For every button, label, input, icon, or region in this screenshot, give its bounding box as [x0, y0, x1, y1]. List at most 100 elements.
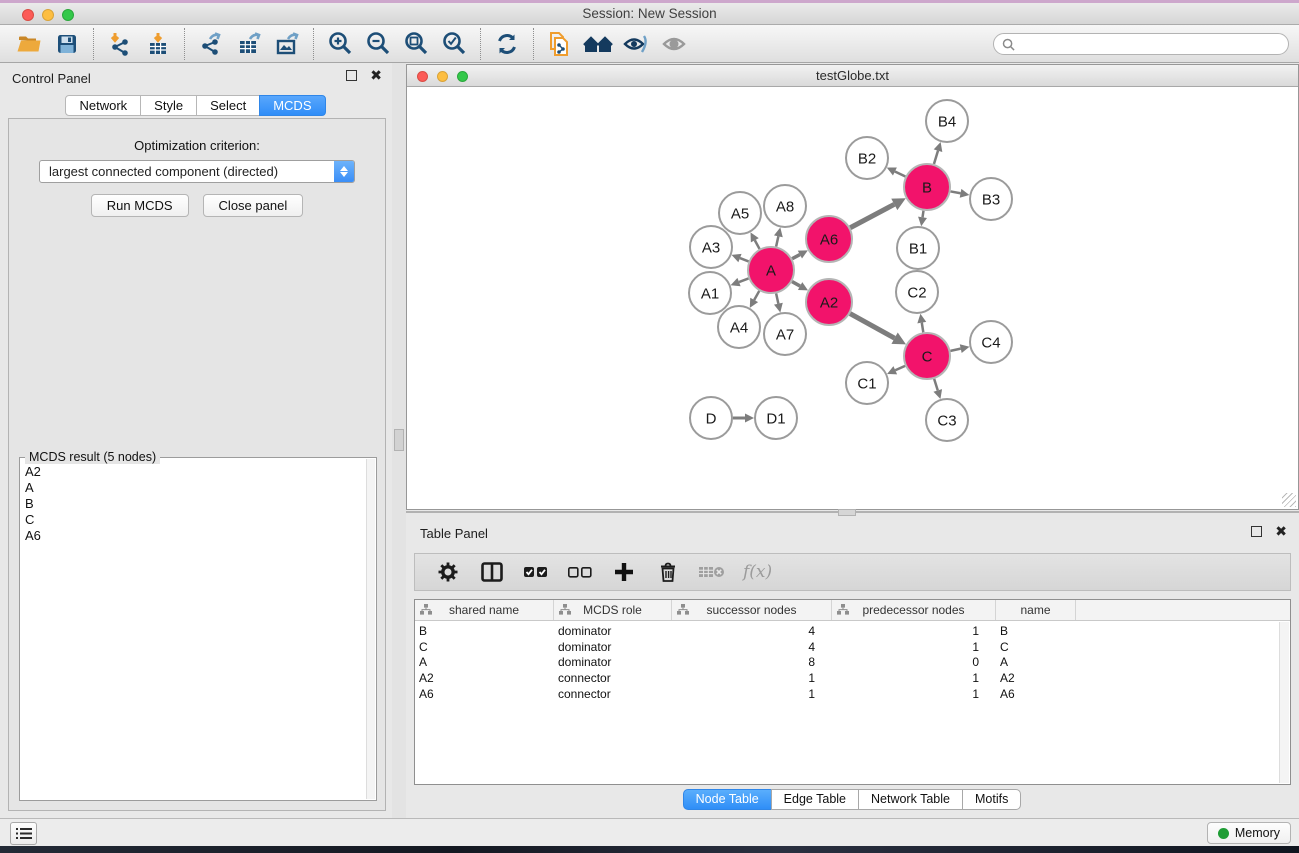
column-header-predecessor-nodes[interactable]: predecessor nodes [832, 600, 996, 620]
mcds-result-item[interactable]: B [21, 496, 365, 512]
graph-node-C1[interactable]: C1 [846, 362, 888, 404]
tab-node-table[interactable]: Node Table [683, 789, 772, 810]
show-column-button[interactable] [475, 557, 509, 587]
mcds-result-scrollbar[interactable] [366, 459, 375, 799]
export-image-button[interactable] [268, 28, 306, 60]
tab-network-table[interactable]: Network Table [858, 789, 963, 810]
select-all-button[interactable] [519, 557, 553, 587]
float-panel-icon[interactable] [346, 70, 357, 81]
zoom-selected-button[interactable] [435, 28, 473, 60]
graph-edge-C-C4[interactable] [950, 349, 960, 351]
graph-edge-B-B2[interactable] [895, 171, 905, 176]
column-header-name[interactable]: name [996, 600, 1076, 620]
graph-edge-A-A2[interactable] [792, 282, 800, 286]
import-table-button[interactable] [139, 28, 177, 60]
open-session-button[interactable] [10, 28, 48, 60]
criterion-dropdown[interactable]: largest connected component (directed) [39, 160, 355, 183]
graph-node-A2[interactable]: A2 [806, 279, 852, 325]
graph-node-D[interactable]: D [690, 397, 732, 439]
graph-node-B4[interactable]: B4 [926, 100, 968, 142]
divider-grip[interactable] [394, 429, 404, 451]
graph-edge-B-B1[interactable] [923, 211, 924, 218]
memory-button[interactable]: Memory [1207, 822, 1291, 844]
graph-edge-B-B4[interactable] [934, 151, 938, 164]
graph-node-A7[interactable]: A7 [764, 313, 806, 355]
graph-node-B1[interactable]: B1 [897, 227, 939, 269]
apply-layout-button[interactable] [488, 28, 526, 60]
network-canvas[interactable]: B4B2BB3A8A5A6A3B1AA1C2A2A4A7C4CC1C3DD1 [407, 87, 1298, 509]
graph-edge-A-A7[interactable] [776, 293, 778, 303]
graph-edge-B-B3[interactable] [951, 191, 961, 193]
float-table-panel-icon[interactable] [1251, 526, 1262, 537]
graph-edge-A-A5[interactable] [755, 240, 760, 249]
network-graph[interactable]: B4B2BB3A8A5A6A3B1AA1C2A2A4A7C4CC1C3DD1 [407, 87, 1298, 508]
graph-edge-A-A1[interactable] [739, 278, 749, 282]
run-mcds-button[interactable]: Run MCDS [91, 194, 189, 217]
horizontal-divider-grip[interactable] [838, 509, 856, 516]
table-settings-button[interactable] [431, 557, 465, 587]
network-window-titlebar[interactable]: testGlobe.txt [407, 65, 1298, 87]
graph-node-A6[interactable]: A6 [806, 216, 852, 262]
delete-column-button[interactable] [651, 557, 685, 587]
graph-edge-A-A4[interactable] [754, 291, 759, 300]
graph-node-A8[interactable]: A8 [764, 185, 806, 227]
task-history-button[interactable] [10, 822, 37, 845]
export-network-button[interactable] [192, 28, 230, 60]
first-neighbors-button[interactable] [579, 28, 617, 60]
zoom-in-button[interactable] [321, 28, 359, 60]
hide-selected-button[interactable] [617, 28, 655, 60]
table-row[interactable]: Bdominator41B [415, 624, 1290, 640]
mcds-result-item[interactable]: A2 [21, 464, 365, 480]
graph-node-A1[interactable]: A1 [689, 272, 731, 314]
search-field[interactable] [993, 33, 1289, 55]
close-table-panel-icon[interactable]: ✖ [1275, 526, 1287, 537]
graph-edge-C-C1[interactable] [895, 366, 905, 370]
import-network-button[interactable] [101, 28, 139, 60]
close-panel-button[interactable]: Close panel [203, 194, 304, 217]
table-scrollbar[interactable] [1279, 622, 1289, 783]
graph-node-A4[interactable]: A4 [718, 306, 760, 348]
graph-node-A[interactable]: A [748, 247, 794, 293]
add-column-button[interactable] [607, 557, 641, 587]
table-row[interactable]: A2connector11A2 [415, 671, 1290, 687]
export-table-button[interactable] [230, 28, 268, 60]
graph-edge-A-A3[interactable] [740, 258, 749, 261]
graph-node-A5[interactable]: A5 [719, 192, 761, 234]
search-input[interactable] [1020, 37, 1280, 51]
graph-edge-A-A8[interactable] [776, 236, 778, 246]
close-panel-icon[interactable]: ✖ [370, 70, 382, 81]
unselect-all-button[interactable] [563, 557, 597, 587]
graph-node-B3[interactable]: B3 [970, 178, 1012, 220]
mcds-result-item[interactable]: A [21, 480, 365, 496]
save-session-button[interactable] [48, 28, 86, 60]
tab-mcds[interactable]: MCDS [259, 95, 325, 116]
graph-node-B2[interactable]: B2 [846, 137, 888, 179]
graph-node-C4[interactable]: C4 [970, 321, 1012, 363]
delete-table-button[interactable] [695, 557, 729, 587]
tab-select[interactable]: Select [196, 95, 260, 116]
new-network-from-selection-button[interactable] [541, 28, 579, 60]
column-header-successor-nodes[interactable]: successor nodes [672, 600, 832, 620]
tab-style[interactable]: Style [140, 95, 197, 116]
tab-edge-table[interactable]: Edge Table [771, 789, 859, 810]
table-row[interactable]: Adominator80A [415, 655, 1290, 671]
zoom-out-button[interactable] [359, 28, 397, 60]
mcds-result-item[interactable]: A6 [21, 528, 365, 544]
graph-edge-C-C3[interactable] [934, 379, 938, 391]
window-resize-grip[interactable] [1282, 493, 1296, 507]
tab-motifs[interactable]: Motifs [962, 789, 1021, 810]
graph-node-C2[interactable]: C2 [896, 271, 938, 313]
tab-network[interactable]: Network [65, 95, 141, 116]
table-row[interactable]: A6connector11A6 [415, 687, 1290, 703]
graph-edge-A2-C[interactable] [850, 314, 895, 339]
graph-edge-A6-B[interactable] [850, 204, 894, 227]
column-header-mcds-role[interactable]: MCDS role [554, 600, 672, 620]
graph-edge-A-A6[interactable] [792, 255, 800, 259]
graph-node-A3[interactable]: A3 [690, 226, 732, 268]
graph-node-D1[interactable]: D1 [755, 397, 797, 439]
graph-edge-C-C2[interactable] [922, 323, 924, 333]
graph-node-C[interactable]: C [904, 333, 950, 379]
zoom-fit-button[interactable] [397, 28, 435, 60]
show-all-button[interactable] [655, 28, 693, 60]
mcds-result-item[interactable]: C [21, 512, 365, 528]
